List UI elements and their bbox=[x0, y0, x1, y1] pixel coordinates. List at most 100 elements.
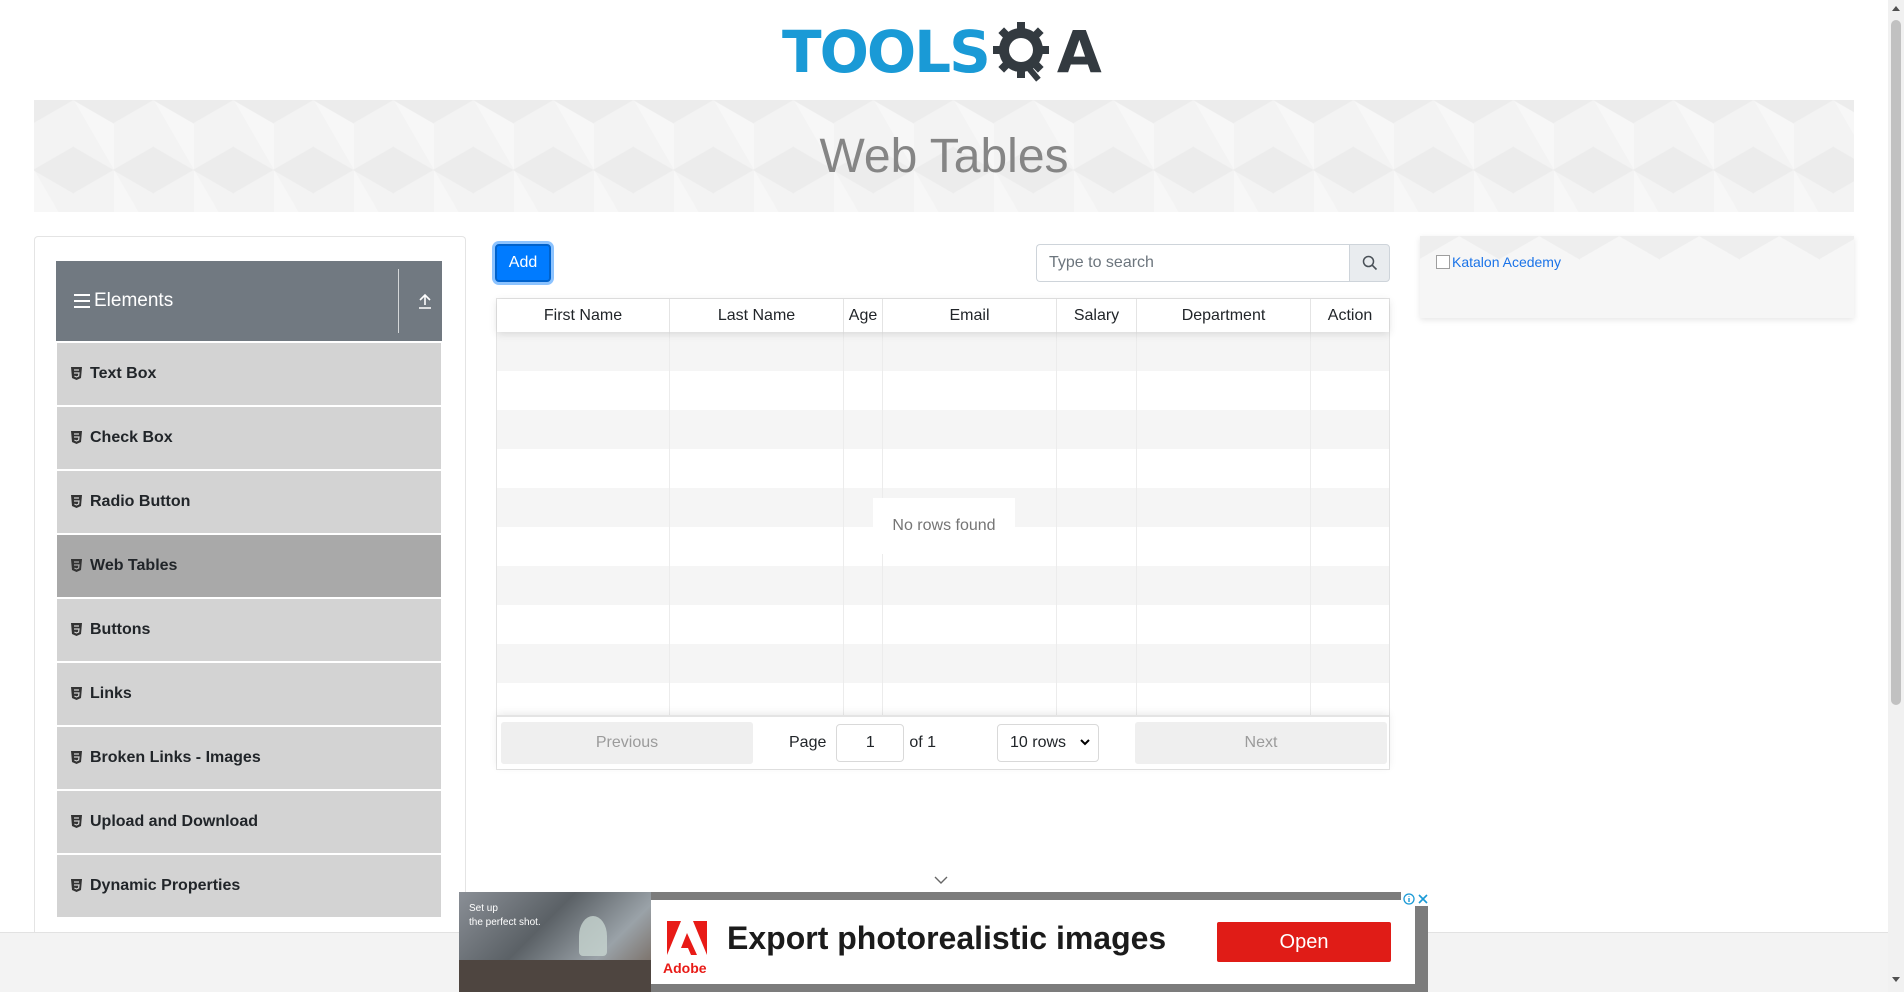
table-body: No rows found bbox=[497, 332, 1389, 722]
broken-image-link[interactable]: Katalon Acedemy bbox=[1436, 254, 1561, 270]
ad-controls bbox=[1401, 892, 1429, 906]
column-header-action: Action bbox=[1327, 307, 1373, 324]
page-label: Page bbox=[789, 734, 827, 751]
table-row bbox=[497, 410, 1389, 449]
sidebar-item-label: Buttons bbox=[90, 621, 151, 638]
page-number-input[interactable] bbox=[836, 724, 905, 762]
no-rows-message: No rows found bbox=[873, 498, 1015, 554]
sidebar-item-label: Radio Button bbox=[90, 493, 191, 510]
table-cell bbox=[1311, 605, 1389, 644]
page-jump: Page of 1 bbox=[789, 724, 936, 762]
sidebar-item-text-box[interactable]: Text Box bbox=[57, 343, 441, 405]
ad-photo: Set up the perfect shot. bbox=[459, 892, 651, 992]
table-cell bbox=[1137, 605, 1311, 644]
table-cell bbox=[670, 527, 844, 566]
table-cell bbox=[844, 605, 883, 644]
table-row bbox=[497, 566, 1389, 605]
table-cell bbox=[1137, 332, 1311, 371]
column-header-age[interactable]: Age bbox=[844, 299, 883, 332]
table-cell bbox=[670, 332, 844, 371]
column-header-first-name[interactable]: First Name bbox=[497, 299, 670, 332]
elements-group-header[interactable]: Elements bbox=[56, 261, 442, 341]
rows-per-page-value: 10 rows bbox=[1010, 734, 1067, 751]
table-cell bbox=[1137, 488, 1311, 527]
sidebar-item-upload-download[interactable]: Upload and Download bbox=[57, 791, 441, 853]
toolsqa-logo[interactable]: TOOLS A bbox=[782, 14, 1106, 90]
html5-icon bbox=[71, 494, 82, 508]
sidebar-item-label: Upload and Download bbox=[90, 813, 258, 830]
table-cell bbox=[1311, 527, 1389, 566]
table-cell bbox=[1057, 488, 1137, 527]
table-cell bbox=[1057, 566, 1137, 605]
ad-brand: Adobe bbox=[663, 960, 707, 976]
chevron-down-icon[interactable] bbox=[934, 876, 948, 884]
table-row bbox=[497, 332, 1389, 371]
table-cell bbox=[497, 566, 670, 605]
table-cell bbox=[1311, 332, 1389, 371]
previous-button[interactable]: Previous bbox=[501, 722, 753, 764]
html5-icon bbox=[71, 878, 82, 892]
scrollbar-thumb[interactable] bbox=[1891, 20, 1901, 705]
ad-open-button[interactable]: Open bbox=[1217, 922, 1391, 962]
sidebar-item-buttons[interactable]: Buttons bbox=[57, 599, 441, 661]
table-cell bbox=[670, 566, 844, 605]
table-cell bbox=[844, 644, 883, 683]
table-cell bbox=[497, 527, 670, 566]
web-table: First Name Last Name Age Email Salary De… bbox=[496, 298, 1390, 770]
html5-icon bbox=[71, 750, 82, 764]
column-header-department[interactable]: Department bbox=[1137, 299, 1311, 332]
table-cell bbox=[1311, 410, 1389, 449]
table-cell bbox=[497, 605, 670, 644]
html5-icon bbox=[71, 686, 82, 700]
gear-q-icon bbox=[992, 22, 1049, 82]
table-cell bbox=[670, 410, 844, 449]
sidebar-item-links[interactable]: Links bbox=[57, 663, 441, 725]
sidebar-item-label: Text Box bbox=[90, 365, 157, 382]
column-header-salary[interactable]: Salary bbox=[1057, 299, 1137, 332]
rows-per-page-select[interactable]: 10 rows bbox=[997, 724, 1099, 762]
column-header-last-name[interactable]: Last Name bbox=[670, 299, 844, 332]
html5-icon bbox=[71, 558, 82, 572]
sidebar-item-check-box[interactable]: Check Box bbox=[57, 407, 441, 469]
table-cell bbox=[1057, 449, 1137, 488]
table-cell bbox=[883, 605, 1057, 644]
close-icon[interactable] bbox=[1417, 894, 1428, 904]
sidebar-item-broken-links[interactable]: Broken Links - Images bbox=[57, 727, 441, 789]
search-button[interactable] bbox=[1349, 244, 1390, 282]
table-cell bbox=[1057, 605, 1137, 644]
ad-headline: Export photorealistic images bbox=[727, 920, 1167, 956]
ad-info-icon[interactable] bbox=[1402, 893, 1415, 905]
search-input[interactable] bbox=[1036, 244, 1350, 282]
table-cell bbox=[1057, 644, 1137, 683]
sidebar-menu: Text Box Check Box Radio Button Web Tabl… bbox=[57, 343, 441, 919]
table-cell bbox=[883, 332, 1057, 371]
table-cell bbox=[1057, 332, 1137, 371]
ad-photo-caption: Set up the perfect shot. bbox=[469, 903, 541, 928]
scroll-down-icon[interactable] bbox=[1892, 977, 1900, 983]
table-cell bbox=[670, 371, 844, 410]
left-panel: Elements Text Box Check Box Radio Button… bbox=[34, 236, 466, 936]
table-cell bbox=[844, 332, 883, 371]
table-cell bbox=[1311, 566, 1389, 605]
table-cell bbox=[1137, 566, 1311, 605]
table-cell bbox=[883, 566, 1057, 605]
column-header-email[interactable]: Email bbox=[883, 299, 1057, 332]
adobe-ad-banner[interactable]: Set up the perfect shot. Adobe Export ph… bbox=[459, 892, 1429, 992]
html5-icon bbox=[71, 366, 82, 380]
scroll-up-icon[interactable] bbox=[1892, 5, 1900, 11]
next-button[interactable]: Next bbox=[1135, 722, 1387, 764]
table-cell bbox=[883, 644, 1057, 683]
sidebar-item-dynamic-properties[interactable]: Dynamic Properties bbox=[57, 855, 441, 917]
table-cell bbox=[1311, 488, 1389, 527]
table-cell bbox=[1137, 410, 1311, 449]
sidebar-item-label: Dynamic Properties bbox=[90, 877, 241, 894]
sidebar-item-web-tables[interactable]: Web Tables bbox=[57, 535, 441, 597]
table-cell bbox=[1137, 371, 1311, 410]
table-cell bbox=[883, 449, 1057, 488]
katalon-ad[interactable]: Katalon Acedemy bbox=[1420, 236, 1854, 318]
sidebar-item-radio-button[interactable]: Radio Button bbox=[57, 471, 441, 533]
page-scrollbar[interactable] bbox=[1888, 0, 1904, 992]
add-button[interactable]: Add bbox=[495, 244, 551, 282]
table-cell bbox=[497, 644, 670, 683]
collapse-icon[interactable] bbox=[418, 293, 432, 309]
